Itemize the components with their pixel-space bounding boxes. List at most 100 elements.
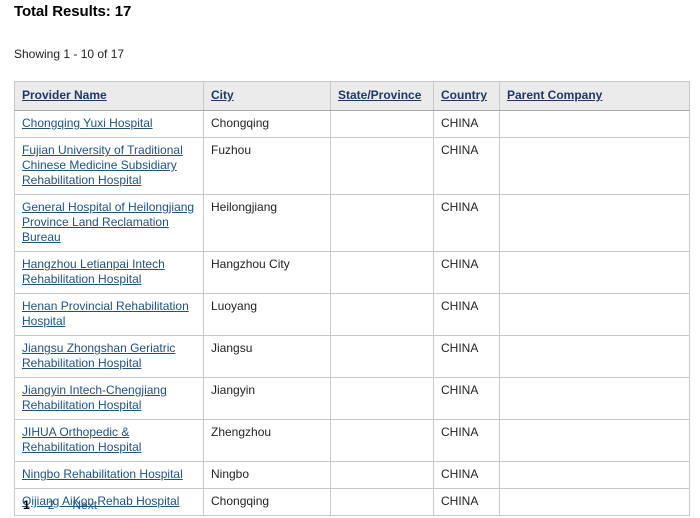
sort-link-city[interactable]: City (211, 88, 234, 102)
cell-provider-name: Henan Provincial Rehabilitation Hospital (14, 293, 204, 336)
cell-state-province (330, 137, 434, 195)
cell-state-province (330, 251, 434, 294)
cell-city-value: Jiangsu (211, 341, 253, 355)
results-table: Provider Name City State/Province Countr… (14, 81, 690, 516)
cell-city: Chongqing (203, 110, 331, 138)
provider-name-link[interactable]: Hangzhou Letianpai Intech Rehabilitation… (22, 257, 165, 286)
table-row: JIHUA Orthopedic & Rehabilitation Hospit… (14, 419, 690, 462)
cell-city-value: Jiangyin (211, 383, 256, 397)
cell-parent-company (499, 419, 690, 462)
sort-link-provider-name[interactable]: Provider Name (22, 88, 107, 102)
table-row: Jiangsu Zhongshan Geriatric Rehabilitati… (14, 335, 690, 378)
cell-country-value: CHINA (441, 383, 479, 397)
cell-state-province (330, 293, 434, 336)
column-header-provider-name: Provider Name (14, 81, 204, 111)
provider-name-link[interactable]: Jiangyin Intech-Chengjiang Rehabilitatio… (22, 383, 167, 412)
cell-country-value: CHINA (441, 299, 479, 313)
cell-provider-name: Hangzhou Letianpai Intech Rehabilitation… (14, 251, 204, 294)
pagination-link[interactable]: 2 (39, 498, 64, 512)
cell-country-value: CHINA (441, 143, 479, 157)
cell-country: CHINA (433, 194, 500, 252)
cell-city: Luoyang (203, 293, 331, 336)
cell-state-province (330, 461, 434, 489)
cell-country: CHINA (433, 251, 500, 294)
table-row: Jiangyin Intech-Chengjiang Rehabilitatio… (14, 377, 690, 420)
cell-parent-company (499, 335, 690, 378)
cell-parent-company (499, 377, 690, 420)
provider-name-link[interactable]: Fujian University of Traditional Chinese… (22, 143, 183, 187)
cell-provider-name: JIHUA Orthopedic & Rehabilitation Hospit… (14, 419, 204, 462)
pagination: 1 2 Next (14, 498, 106, 512)
cell-country: CHINA (433, 419, 500, 462)
provider-name-link[interactable]: Chongqing Yuxi Hospital (22, 116, 153, 130)
cell-provider-name: Chongqing Yuxi Hospital (14, 110, 204, 138)
pagination-current-page: 1 (23, 498, 30, 512)
cell-country: CHINA (433, 461, 500, 489)
cell-provider-name: Ningbo Rehabilitation Hospital (14, 461, 204, 489)
cell-city-value: Heilongjiang (211, 200, 278, 214)
table-row: Chongqing Yuxi Hospital Chongqing CHINA (14, 110, 690, 138)
cell-parent-company (499, 488, 690, 516)
total-results-heading: Total Results: 17 (14, 3, 132, 20)
cell-country-value: CHINA (441, 200, 479, 214)
table-row: General Hospital of Heilongjiang Provinc… (14, 194, 690, 252)
cell-country-value: CHINA (441, 116, 479, 130)
cell-parent-company (499, 137, 690, 195)
cell-city: Ningbo (203, 461, 331, 489)
table-row: Ningbo Rehabilitation Hospital Ningbo CHIN… (14, 461, 690, 489)
cell-country-value: CHINA (441, 341, 479, 355)
cell-parent-company (499, 461, 690, 489)
cell-parent-company (499, 251, 690, 294)
cell-provider-name: Jiangyin Intech-Chengjiang Rehabilitatio… (14, 377, 204, 420)
cell-country: CHINA (433, 377, 500, 420)
cell-city: Jiangyin (203, 377, 331, 420)
cell-city: Chongqing (203, 488, 331, 516)
column-header-country: Country (433, 81, 500, 111)
provider-name-link[interactable]: Jiangsu Zhongshan Geriatric Rehabilitati… (22, 341, 175, 370)
cell-country-value: CHINA (441, 257, 479, 271)
provider-name-link[interactable]: JIHUA Orthopedic & Rehabilitation Hospit… (22, 425, 141, 454)
provider-name-link[interactable]: General Hospital of Heilongjiang Provinc… (22, 200, 194, 244)
cell-city-value: Fuzhou (211, 143, 252, 157)
cell-parent-company (499, 194, 690, 252)
table-row: Qijiang AiKon Rehab Hospital Chongqing CHI… (14, 488, 690, 516)
cell-city: Heilongjiang (203, 194, 331, 252)
provider-name-link[interactable]: Henan Provincial Rehabilitation Hospital (22, 299, 189, 328)
cell-country: CHINA (433, 488, 500, 516)
sort-link-country[interactable]: Country (441, 88, 487, 102)
sort-link-state-province[interactable]: State/Province (338, 88, 421, 102)
pagination-link[interactable]: Next (63, 498, 106, 512)
cell-city-value: Chongqing (211, 116, 270, 130)
table-row: Fujian University of Traditional Chinese… (14, 137, 690, 195)
cell-provider-name: Jiangsu Zhongshan Geriatric Rehabilitati… (14, 335, 204, 378)
cell-state-province (330, 377, 434, 420)
results-table-container: Provider Name City State/Province Countr… (14, 81, 690, 516)
table-header-row: Provider Name City State/Province Countr… (14, 81, 690, 111)
cell-country: CHINA (433, 110, 500, 138)
cell-state-province (330, 110, 434, 138)
cell-city: Jiangsu (203, 335, 331, 378)
cell-city: Zhengzhou (203, 419, 331, 462)
cell-country: CHINA (433, 335, 500, 378)
cell-parent-company (499, 110, 690, 138)
table-row: Hangzhou Letianpai Intech Rehabilitation… (14, 251, 690, 294)
column-header-city: City (203, 81, 331, 111)
cell-state-province (330, 419, 434, 462)
search-results-page: Total Results: 17 Showing 1 - 10 of 17 P… (0, 0, 700, 518)
results-table-body: Chongqing Yuxi Hospital Chongqing CHINA Fuj… (14, 110, 690, 516)
cell-country-value: CHINA (441, 467, 479, 481)
cell-city-value: Zhengzhou (211, 425, 272, 439)
cell-parent-company (499, 293, 690, 336)
table-row: Henan Provincial Rehabilitation Hospital… (14, 293, 690, 336)
cell-city: Hangzhou City (203, 251, 331, 294)
cell-provider-name: Fujian University of Traditional Chinese… (14, 137, 204, 195)
cell-city-value: Ningbo (211, 467, 250, 481)
cell-state-province (330, 335, 434, 378)
cell-city: Fuzhou (203, 137, 331, 195)
sort-link-parent-company[interactable]: Parent Company (507, 88, 602, 102)
cell-country: CHINA (433, 293, 500, 336)
cell-provider-name: General Hospital of Heilongjiang Provinc… (14, 194, 204, 252)
provider-name-link[interactable]: Ningbo Rehabilitation Hospital (22, 467, 183, 481)
cell-country-value: CHINA (441, 494, 479, 508)
showing-range-text: Showing 1 - 10 of 17 (14, 47, 125, 61)
